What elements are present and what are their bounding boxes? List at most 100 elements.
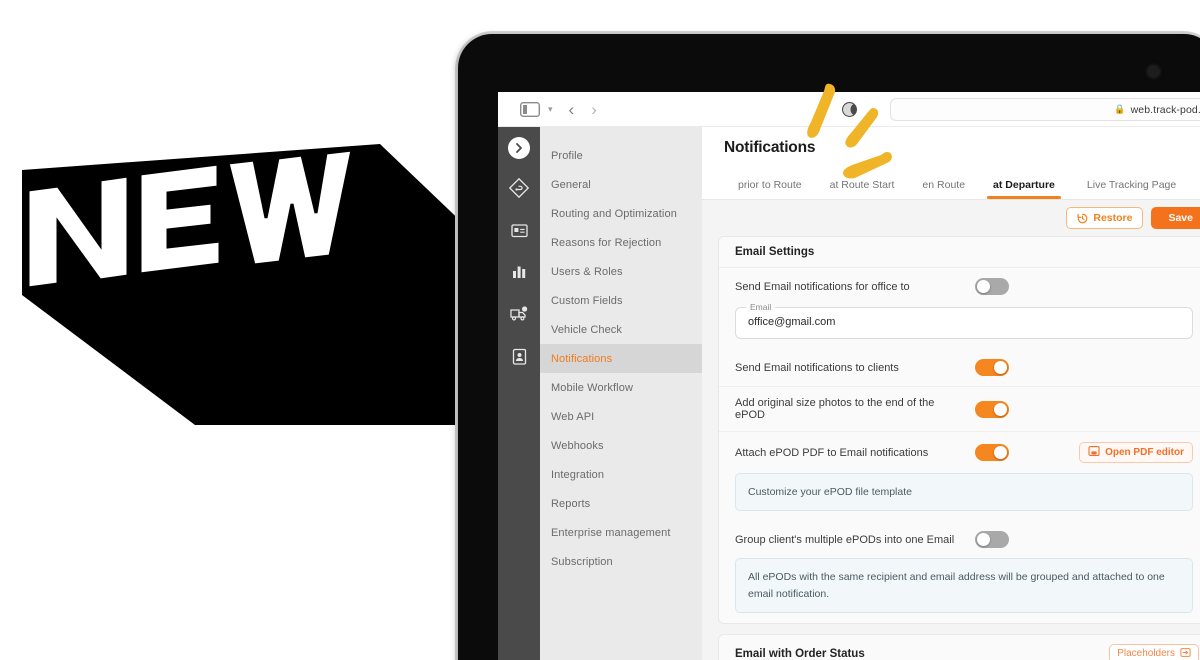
- group-epods-info: All ePODs with the same recipient and em…: [735, 558, 1193, 613]
- sidebar-item-reports[interactable]: Reports: [540, 489, 702, 518]
- tab-prior-to-route[interactable]: prior to Route: [724, 179, 816, 199]
- row-attach-epod-pdf: Attach ePOD PDF to Email notifications O…: [719, 432, 1200, 473]
- row-label: Group client's multiple ePODs into one E…: [735, 533, 955, 546]
- row-label: Attach ePOD PDF to Email notifications: [735, 446, 929, 459]
- toggle-group-epods[interactable]: [975, 531, 1009, 549]
- toggle-attach-epod-pdf[interactable]: [975, 444, 1009, 461]
- epod-template-info[interactable]: Customize your ePOD file template: [735, 473, 1193, 512]
- action-button-row: Restore Save: [702, 200, 1200, 236]
- tab-en-route[interactable]: en Route: [908, 179, 979, 199]
- order-card-check-icon[interactable]: [506, 217, 532, 243]
- sidebar-panel-icon[interactable]: [520, 101, 540, 117]
- sidebar-item-vehicle-check[interactable]: Vehicle Check: [540, 315, 702, 344]
- sidebar-item-notifications[interactable]: Notifications: [540, 344, 702, 373]
- arrow-right-box-icon: [1180, 647, 1191, 660]
- row-send-email-clients: Send Email notifications to clients: [719, 349, 1200, 387]
- save-button-label: Save: [1168, 212, 1193, 224]
- menu-label: General: [551, 178, 591, 191]
- menu-label: Subscription: [551, 555, 613, 568]
- toggle-knob: [994, 446, 1007, 459]
- browser-toolbar: ▾ ‹ › 🔒 web.track-pod.com: [498, 92, 1200, 127]
- tab-at-departure[interactable]: at Departure: [979, 179, 1069, 199]
- menu-label: Profile: [551, 149, 583, 162]
- pdf-file-icon: [1088, 445, 1100, 460]
- toggle-original-size-photos[interactable]: [975, 400, 1009, 418]
- new-badge-graphic: [0, 130, 470, 470]
- toggle-knob: [994, 361, 1007, 374]
- reader-contrast-icon[interactable]: [842, 102, 857, 117]
- sidebar-item-users-and-roles[interactable]: Users & Roles: [540, 257, 702, 286]
- sidebar-item-mobile-workflow[interactable]: Mobile Workflow: [540, 373, 702, 402]
- settings-content: Notifications prior to Route at Route St…: [702, 127, 1200, 660]
- open-pdf-editor-button[interactable]: Open PDF editor: [1079, 442, 1193, 463]
- menu-label: Integration: [551, 468, 605, 481]
- toggle-knob: [977, 280, 990, 293]
- row-original-size-photos: Add original size photos to the end of t…: [719, 387, 1200, 432]
- placeholders-button[interactable]: Placeholders: [1109, 643, 1199, 660]
- chevron-right-icon[interactable]: ›: [591, 101, 597, 118]
- tab-label: at Departure: [993, 179, 1055, 191]
- url-text: web.track-pod.com: [1130, 103, 1200, 116]
- sidebar-item-integration[interactable]: Integration: [540, 460, 702, 489]
- tab-at-route-start[interactable]: at Route Start: [816, 179, 909, 199]
- menu-label: Web API: [551, 410, 595, 423]
- menu-label: Reasons for Rejection: [551, 236, 662, 249]
- app-shell: Profile General Routing and Optimization…: [498, 127, 1200, 660]
- email-settings-card: Email Settings Send Email notifications …: [718, 236, 1200, 624]
- restore-button[interactable]: Restore: [1066, 207, 1144, 229]
- menu-label: Mobile Workflow: [551, 381, 633, 394]
- menu-label: Webhooks: [551, 439, 604, 452]
- order-status-card: Email with Order Status Placeholders Ema…: [718, 633, 1200, 660]
- toggle-knob: [994, 402, 1007, 416]
- card-title: Email Settings: [735, 246, 815, 258]
- tab-label: en Route: [922, 179, 966, 191]
- sidebar-item-subscription[interactable]: Subscription: [540, 547, 702, 576]
- route-diamond-icon[interactable]: [506, 175, 532, 201]
- tab-custom[interactable]: Custom: [1190, 179, 1200, 199]
- sidebar-item-reasons-for-rejection[interactable]: Reasons for Rejection: [540, 228, 702, 257]
- bar-chart-icon[interactable]: [506, 259, 532, 285]
- toggle-send-email-office[interactable]: [975, 278, 1009, 295]
- email-field[interactable]: Email office@gmail.com: [735, 302, 1193, 339]
- menu-label: Custom Fields: [551, 294, 623, 307]
- open-pdf-editor-label: Open PDF editor: [1105, 447, 1184, 458]
- browser-window: ▾ ‹ › 🔒 web.track-pod.com: [498, 92, 1200, 660]
- tablet-camera-icon: [1149, 67, 1158, 76]
- tab-label: Live Tracking Page: [1086, 179, 1177, 191]
- chevron-left-icon[interactable]: ‹: [569, 101, 575, 118]
- order-status-header: Email with Order Status Placeholders: [719, 634, 1200, 660]
- row-label: Send Email notifications to clients: [735, 361, 899, 374]
- lock-icon: 🔒: [1114, 104, 1126, 114]
- driver-id-card-icon[interactable]: [506, 343, 532, 369]
- menu-label: Reports: [551, 497, 591, 510]
- toggle-send-email-clients[interactable]: [975, 359, 1009, 376]
- sidebar-item-custom-fields[interactable]: Custom Fields: [540, 286, 702, 315]
- sidebar-item-routing-and-optimization[interactable]: Routing and Optimization: [540, 199, 702, 228]
- menu-label: Routing and Optimization: [551, 207, 677, 220]
- tab-live-tracking-page[interactable]: Live Tracking Page: [1073, 179, 1190, 199]
- menu-label: Users & Roles: [551, 265, 623, 278]
- sidebar-item-profile[interactable]: Profile: [540, 141, 702, 170]
- screenshot-canvas: ▾ ‹ › 🔒 web.track-pod.com: [0, 0, 1200, 660]
- sidebar-item-web-api[interactable]: Web API: [540, 402, 702, 431]
- card-title: Email with Order Status: [735, 647, 865, 660]
- menu-label: Notifications: [551, 352, 613, 365]
- row-label: Send Email notifications for office to: [735, 280, 910, 293]
- sidebar-item-webhooks[interactable]: Webhooks: [540, 431, 702, 460]
- row-group-epods: Group client's multiple ePODs into one E…: [719, 521, 1200, 558]
- sidebar-item-general[interactable]: General: [540, 170, 702, 199]
- expand-chevron-right-icon[interactable]: [508, 137, 530, 159]
- url-bar[interactable]: 🔒 web.track-pod.com: [890, 98, 1200, 121]
- save-button[interactable]: Save: [1151, 207, 1200, 229]
- page-title: Notifications: [724, 139, 816, 156]
- tab-label: at Route Start: [829, 179, 895, 191]
- sidebar-item-enterprise-management[interactable]: Enterprise management: [540, 518, 702, 547]
- toggle-knob: [977, 533, 990, 547]
- settings-nav-menu: Profile General Routing and Optimization…: [540, 127, 702, 660]
- chevron-down-icon[interactable]: ▾: [548, 104, 553, 115]
- email-field-value: office@gmail.com: [748, 316, 836, 328]
- history-restore-icon: [1077, 213, 1088, 224]
- menu-label: Vehicle Check: [551, 323, 623, 336]
- truck-alert-icon[interactable]: [506, 301, 532, 327]
- restore-button-label: Restore: [1093, 212, 1133, 224]
